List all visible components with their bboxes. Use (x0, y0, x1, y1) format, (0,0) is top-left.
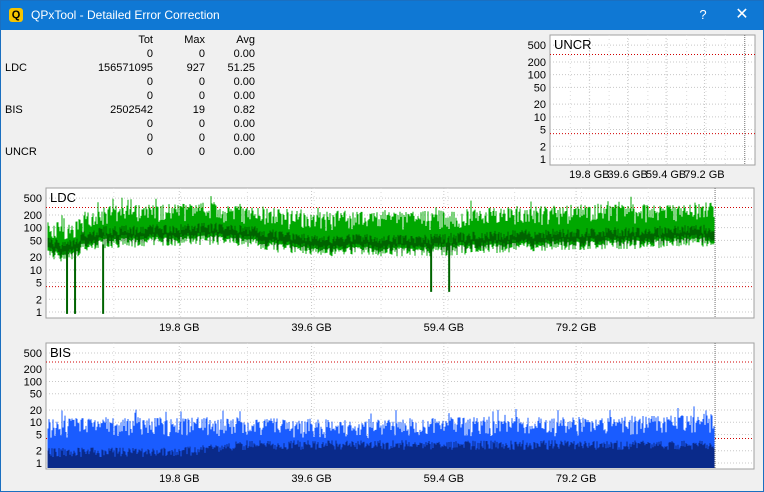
x-tick-label: 59.4 GB (424, 473, 464, 485)
stat-avg-value: 0.82 (233, 104, 255, 116)
x-tick-label: 39.6 GB (608, 169, 648, 181)
y-tick-label: 200 (528, 57, 546, 69)
y-tick-label: 20 (534, 99, 546, 111)
y-tick-label: 50 (534, 82, 546, 94)
app-icon: Q (9, 8, 23, 22)
stat-row-label: BIS (5, 104, 23, 116)
y-tick-label: 2 (540, 141, 546, 153)
y-tick-label: 5 (540, 125, 546, 137)
stat-tot-value: 0 (146, 48, 153, 60)
window: Q QPxTool - Detailed Error Correction ? … (0, 0, 764, 492)
stat-tot-value: 0 (146, 132, 153, 144)
x-tick-label: 79.2 GB (556, 322, 596, 334)
stat-avg-value: 0.00 (233, 118, 255, 130)
stat-avg-value: 0.00 (233, 90, 255, 102)
client-area: Tot Max Avg 0 0 0.00 LDC 156571095 927 51.25 0 0… (1, 30, 763, 491)
stat-max-value: 0 (198, 146, 205, 158)
header-max: Max (184, 34, 205, 46)
stat-tot-value: 0 (146, 118, 153, 130)
stat-tot-value: 0 (146, 76, 153, 88)
stat-max-value: 19 (192, 104, 205, 116)
y-tick-label: 2 (36, 446, 42, 458)
stat-tot-value: 156571095 (97, 62, 153, 74)
y-tick-label: 200 (24, 210, 42, 222)
x-tick-label: 39.6 GB (291, 322, 331, 334)
stat-max-value: 0 (198, 48, 205, 60)
y-tick-label: 10 (30, 265, 42, 277)
stat-max-value: 0 (198, 118, 205, 130)
x-tick-label: 59.4 GB (424, 322, 464, 334)
y-tick-label: 500 (528, 40, 546, 52)
y-tick-label: 100 (24, 223, 42, 235)
y-tick-label: 10 (30, 417, 42, 429)
y-tick-label: 20 (30, 405, 42, 417)
bis-chart: 500 20010050 20105 21 19.8 GB 39.6 GB 59.4 GB 7… (24, 342, 755, 485)
stat-avg-value: 0.00 (233, 76, 255, 88)
header-tot: Tot (138, 34, 153, 46)
y-tick-label: 5 (36, 430, 42, 442)
y-tick-label: 500 (24, 348, 42, 360)
window-title: QPxTool - Detailed Error Correction (31, 8, 220, 22)
x-tick-label: 19.8 GB (159, 473, 199, 485)
x-tick-label: 79.2 GB (556, 473, 596, 485)
y-tick-label: 10 (534, 112, 546, 124)
y-tick-label: 20 (30, 252, 42, 264)
y-tick-label: 100 (528, 70, 546, 82)
stat-tot-value: 0 (146, 90, 153, 102)
close-button[interactable]: ✕ (729, 5, 755, 25)
x-tick-label: 19.8 GB (569, 169, 609, 181)
y-tick-label: 2 (36, 294, 42, 306)
stat-max-value: 927 (186, 62, 205, 74)
stat-max-value: 0 (198, 132, 205, 144)
ldc-chart: 500 20010050 20105 21 19.8 GB 39.6 GB 59.4 GB 7… (24, 187, 755, 334)
x-tick-label: 19.8 GB (159, 322, 199, 334)
stat-row-label: UNCR (5, 146, 37, 158)
stat-avg-value: 0.00 (233, 146, 255, 158)
uncr-chart: 500 20010050 20105 21 19.8 GB39.6 GB59.4 GB7… (528, 34, 756, 181)
chart-title: BIS (50, 345, 71, 360)
y-tick-label: 200 (24, 364, 42, 376)
y-tick-label: 5 (36, 278, 42, 290)
y-tick-label: 500 (24, 193, 42, 205)
stat-max-value: 0 (198, 90, 205, 102)
x-tick-label: 79.2 GB (684, 169, 724, 181)
chart-title: UNCR (554, 37, 592, 52)
y-tick-label: 1 (36, 307, 42, 319)
y-tick-label: 50 (30, 235, 42, 247)
header-avg: Avg (236, 34, 255, 46)
stat-avg-value: 0.00 (233, 48, 255, 60)
chart-title: LDC (50, 190, 76, 205)
stat-avg-value: 51.25 (227, 62, 255, 74)
x-tick-label: 39.6 GB (291, 473, 331, 485)
stat-max-value: 0 (198, 76, 205, 88)
stat-avg-value: 0.00 (233, 132, 255, 144)
stat-row-label: LDC (5, 62, 28, 74)
y-tick-label: 1 (540, 154, 546, 166)
y-tick-label: 1 (36, 458, 42, 470)
y-tick-label: 100 (24, 376, 42, 388)
title-bar: Q QPxTool - Detailed Error Correction ? … (1, 1, 763, 30)
stat-tot-value: 0 (146, 146, 153, 158)
x-tick-label: 59.4 GB (646, 169, 686, 181)
y-tick-label: 50 (30, 389, 42, 401)
stats-table: Tot Max Avg 0 0 0.00 LDC 156571095 927 51.25 0 0… (1, 30, 271, 170)
stat-tot-value: 2502542 (110, 104, 153, 116)
help-button[interactable]: ? (691, 5, 715, 25)
